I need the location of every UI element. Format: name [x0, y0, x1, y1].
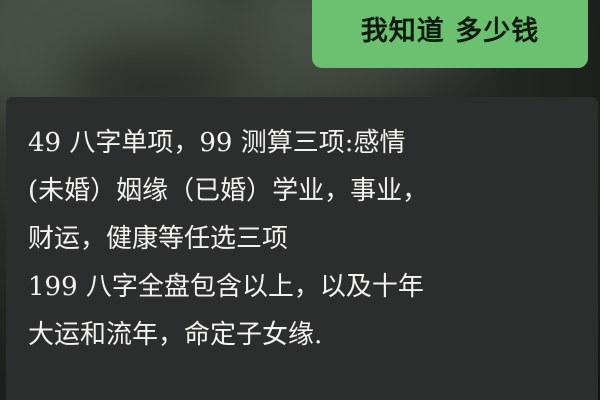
- chat-screen: 我知道 多少钱 49 八字单项，99 测算三项:感情 (未婚）姻缘（已婚）学业，…: [0, 0, 600, 400]
- sent-message-text: 我知道 多少钱: [360, 16, 540, 47]
- received-message-line: 大运和流年，命定子女缘.: [28, 320, 323, 350]
- received-message-bubble[interactable]: 49 八字单项，99 测算三项:感情 (未婚）姻缘（已婚）学业，事业， 财运，健…: [6, 97, 598, 400]
- received-message-line: 财运，健康等任选三项: [28, 224, 289, 254]
- received-message-line: 199 八字全盘包含以上，以及十年: [28, 272, 424, 302]
- received-message-line: 49 八字单项，99 测算三项:感情: [28, 128, 406, 158]
- received-message-line: (未婚）姻缘（已婚）学业，事业，: [28, 176, 429, 206]
- sent-message-bubble[interactable]: 我知道 多少钱: [312, 0, 588, 68]
